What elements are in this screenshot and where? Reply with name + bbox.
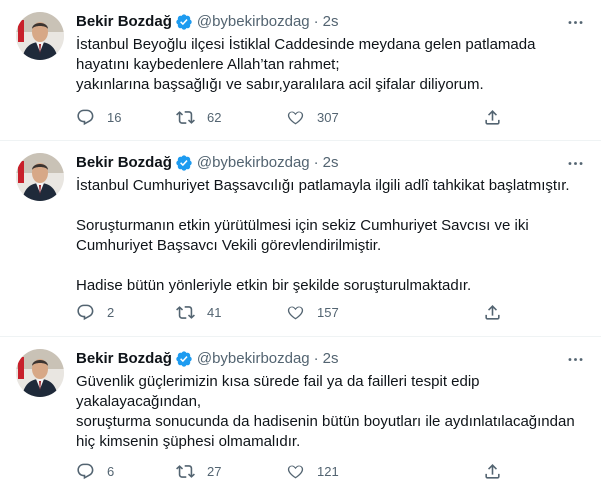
separator-dot: ·: [313, 154, 319, 171]
author-name[interactable]: Bekir Bozdağ: [76, 12, 172, 32]
share-icon: [485, 463, 500, 479]
retweet-icon: [176, 305, 195, 319]
author-handle[interactable]: @bybekirbozdag: [197, 349, 310, 369]
reply-count: 2: [107, 304, 115, 320]
reply-button[interactable]: 16: [76, 108, 121, 127]
tweet[interactable]: Bekir Bozdağ @bybekirbozdag · 2s İstanbu…: [0, 0, 601, 141]
avatar[interactable]: [16, 349, 64, 397]
like-count: 307: [317, 109, 339, 125]
like-button[interactable]: 121: [286, 462, 339, 481]
tweet[interactable]: Bekir Bozdağ @bybekirbozdag · 2s İstanbu…: [0, 141, 601, 337]
reply-button[interactable]: 2: [76, 303, 114, 322]
reply-count: 6: [107, 463, 115, 479]
tweet-text: İstanbul Beyoğlu ilçesi İstiklal Caddesi…: [76, 36, 536, 93]
reply-button[interactable]: 6: [76, 462, 114, 481]
share-icon: [485, 109, 500, 125]
more-options-icon[interactable]: [565, 349, 585, 369]
retweet-button[interactable]: 27: [176, 462, 221, 481]
tweet-text: Güvenlik güçlerimizin kısa sürede fail y…: [76, 373, 575, 450]
timestamp[interactable]: 2s: [323, 153, 339, 173]
heart-icon: [287, 111, 304, 124]
retweet-icon: [176, 110, 195, 124]
reply-icon: [77, 304, 94, 320]
like-button[interactable]: 157: [286, 303, 339, 322]
timestamp[interactable]: 2s: [323, 12, 339, 32]
author-name[interactable]: Bekir Bozdağ: [76, 153, 172, 173]
retweet-button[interactable]: 41: [176, 303, 221, 322]
reply-icon: [77, 109, 94, 125]
tweet-header: Bekir Bozdağ @bybekirbozdag · 2s: [76, 153, 585, 173]
verified-badge-icon: [175, 13, 193, 31]
tweet-text: İstanbul Cumhuriyet Başsavcılığı patlama…: [76, 177, 570, 294]
heart-icon: [287, 306, 304, 319]
share-button[interactable]: [483, 303, 502, 322]
verified-badge-icon: [175, 350, 193, 368]
more-options-icon[interactable]: [565, 12, 585, 32]
author-handle[interactable]: @bybekirbozdag: [197, 153, 310, 173]
tweet[interactable]: Bekir Bozdağ @bybekirbozdag · 2s Güvenli…: [0, 337, 601, 492]
retweet-count: 27: [207, 463, 222, 479]
separator-dot: ·: [313, 13, 319, 30]
separator-dot: ·: [313, 350, 319, 367]
like-count: 121: [317, 463, 339, 479]
tweet-header: Bekir Bozdağ @bybekirbozdag · 2s: [76, 12, 585, 32]
avatar[interactable]: [16, 12, 64, 60]
avatar[interactable]: [16, 153, 64, 201]
tweet-header: Bekir Bozdağ @bybekirbozdag · 2s: [76, 349, 585, 369]
retweet-count: 41: [207, 304, 222, 320]
timestamp[interactable]: 2s: [323, 349, 339, 369]
share-icon: [485, 304, 500, 320]
author-handle[interactable]: @bybekirbozdag: [197, 12, 310, 32]
share-button[interactable]: [483, 462, 502, 481]
retweet-button[interactable]: 62: [176, 108, 221, 127]
retweet-count: 62: [207, 109, 222, 125]
reply-count: 16: [107, 109, 122, 125]
tweet-feed: Bekir Bozdağ @bybekirbozdag · 2s İstanbu…: [0, 0, 601, 492]
retweet-icon: [176, 464, 195, 478]
author-name[interactable]: Bekir Bozdağ: [76, 349, 172, 369]
share-button[interactable]: [483, 108, 502, 127]
reply-icon: [77, 463, 94, 479]
verified-badge-icon: [175, 154, 193, 172]
more-options-icon[interactable]: [565, 153, 585, 173]
like-count: 157: [317, 304, 339, 320]
like-button[interactable]: 307: [286, 108, 339, 127]
heart-icon: [287, 465, 304, 478]
